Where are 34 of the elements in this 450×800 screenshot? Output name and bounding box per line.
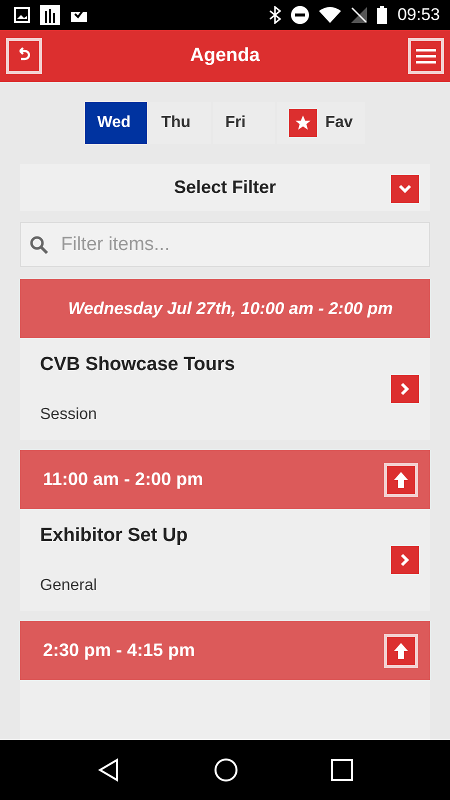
filter-label: Select Filter — [174, 177, 276, 198]
event-title: Exhibitor Set Up — [40, 525, 188, 547]
menu-button[interactable] — [408, 38, 444, 74]
bluetooth-icon — [269, 6, 282, 24]
filter-toggle-button[interactable] — [391, 175, 419, 203]
open-event-button[interactable] — [391, 375, 419, 403]
search-field[interactable]: Filter items... — [20, 222, 430, 267]
search-icon — [29, 234, 49, 255]
recents-icon[interactable] — [331, 759, 354, 781]
event-type: Session — [40, 406, 98, 424]
section-title: 2:30 pm - 4:15 pm — [43, 640, 196, 661]
arrow-up-icon — [393, 470, 409, 488]
back-icon[interactable] — [96, 758, 121, 782]
chart-icon — [40, 5, 60, 25]
scroll-up-button[interactable] — [384, 634, 418, 668]
battery-icon — [377, 6, 388, 24]
image-icon — [14, 7, 30, 23]
day-tab[interactable]: Wed — [85, 102, 148, 144]
search-input[interactable]: Filter items... — [59, 232, 421, 257]
event-title: CVB Showcase Tours — [40, 354, 235, 376]
section-title: 11:00 am - 2:00 pm — [43, 469, 204, 490]
wifi-icon — [319, 7, 342, 23]
event-type: General — [40, 577, 98, 595]
menu-icon — [416, 48, 436, 64]
back-button[interactable] — [6, 38, 42, 74]
page-title: Agenda — [190, 45, 260, 67]
home-icon[interactable] — [214, 758, 238, 782]
scroll-up-button[interactable] — [384, 462, 418, 496]
status-time: 09:53 — [397, 5, 440, 25]
arrow-up-icon — [393, 642, 409, 660]
do-not-disturb-icon — [291, 6, 310, 24]
section-title: Wednesday Jul 27th, 10:00 am - 2:00 pm — [68, 298, 393, 318]
no-signal-icon — [351, 7, 368, 23]
open-event-button[interactable] — [391, 546, 419, 574]
